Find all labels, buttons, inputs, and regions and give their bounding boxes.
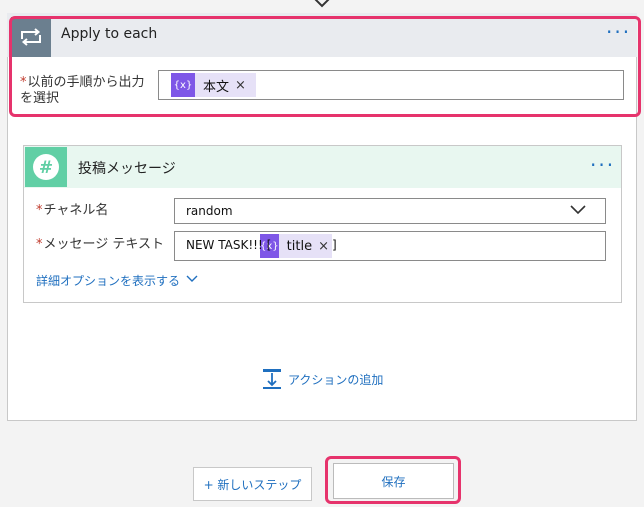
required-mark: * (36, 237, 43, 252)
slack-icon: # (25, 147, 67, 187)
show-advanced-options-link[interactable]: 詳細オプションを表示する (36, 272, 180, 289)
message-text-prefix: NEW TASK!!! [ (186, 238, 272, 252)
channel-value: random (186, 204, 233, 218)
post-message-title: 投稿メッセージ (78, 161, 176, 177)
post-message-more-button[interactable]: ··· (590, 155, 615, 175)
message-text-label-text: メッセージ テキスト (43, 237, 164, 252)
channel-select[interactable] (174, 198, 606, 224)
add-action-button[interactable]: アクションの追加 (262, 368, 383, 390)
channel-label: *チャネル名 (36, 203, 108, 219)
token-label: title (286, 238, 313, 254)
add-action-label: アクションの追加 (288, 372, 384, 387)
channel-label-text: チャネル名 (43, 203, 109, 218)
highlight-apply-to-each (9, 16, 641, 117)
chevron-down-icon[interactable] (570, 204, 586, 216)
highlight-save (325, 456, 461, 504)
message-text-label: *メッセージ テキスト (36, 237, 164, 253)
down-arrow-icon (314, 0, 330, 8)
add-action-icon (263, 369, 281, 389)
required-mark: * (36, 203, 43, 218)
new-step-button[interactable]: + 新しいステップ (193, 467, 312, 501)
message-text-suffix: ] (332, 238, 337, 252)
chevron-down-icon[interactable] (186, 274, 198, 284)
svg-text:#: # (39, 158, 53, 178)
